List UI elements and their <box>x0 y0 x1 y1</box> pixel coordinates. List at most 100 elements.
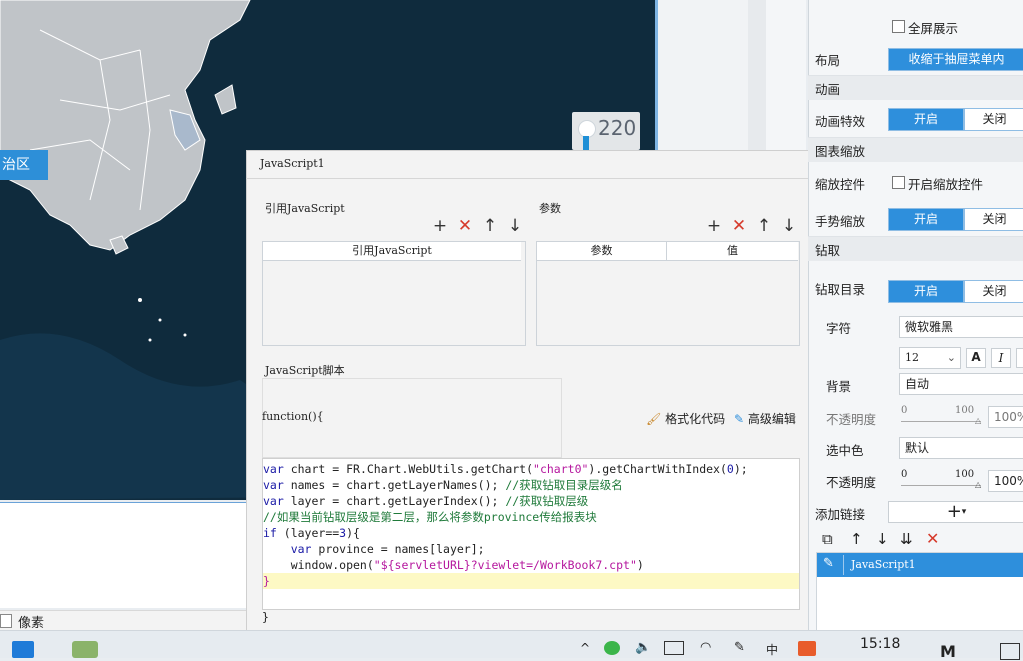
opacity2-slider[interactable] <box>901 485 981 486</box>
code-line[interactable]: var layer = chart.getLayerIndex(); //获取钻… <box>263 493 588 509</box>
drill-dir-label: 钻取目录 <box>815 282 866 297</box>
slider-handle-icon[interactable]: △ <box>975 416 981 425</box>
add-link-button[interactable]: +▾ <box>888 501 1023 523</box>
code-token: var <box>263 478 291 492</box>
battery-icon[interactable] <box>664 641 684 655</box>
opacity-slider[interactable] <box>901 421 981 422</box>
pen-icon[interactable]: ✎ <box>734 640 745 655</box>
zoom-control-checkbox[interactable] <box>892 176 905 189</box>
arrow-down-icon[interactable]: ↓ <box>876 530 889 548</box>
selected-color-field[interactable]: 默认 <box>899 437 1023 459</box>
format-code-button[interactable]: 🖌 格式化代码 <box>646 410 725 427</box>
code-token: ) <box>636 558 644 572</box>
dialog-divider <box>246 178 816 179</box>
slider2-max: 100 <box>955 469 975 480</box>
code-line[interactable]: } <box>263 573 799 589</box>
param-header-value: 值 <box>667 242 798 261</box>
arrow-up-icon[interactable]: ↑ <box>850 530 863 548</box>
app-icon[interactable] <box>72 641 98 658</box>
code-token: var <box>290 542 312 556</box>
drill-on-button[interactable]: 开启 <box>888 280 964 303</box>
param-table[interactable]: 参数 值 <box>536 241 800 346</box>
sort-icon[interactable]: ⇊ <box>900 530 913 548</box>
font-family-field[interactable]: 微软雅黑 <box>899 316 1023 338</box>
wifi-icon[interactable]: ◠ <box>700 640 711 655</box>
italic-icon[interactable]: I <box>991 348 1011 368</box>
code-token: ){ <box>346 526 360 540</box>
gesture-on-button[interactable]: 开启 <box>888 208 964 231</box>
link-list-item[interactable]: ✎ JavaScript1 <box>817 553 1023 577</box>
zoom-control-label: 缩放控件 <box>815 177 866 192</box>
gesture-off-button[interactable]: 关闭 <box>964 208 1023 231</box>
code-token: (layer== <box>276 526 340 540</box>
ime-icon[interactable]: 中 <box>766 641 778 658</box>
opacity-value[interactable]: 100% <box>988 406 1023 428</box>
move-down-param-button[interactable]: ↓ <box>778 216 800 236</box>
animation-section <box>808 75 1023 100</box>
move-down-ref-button[interactable]: ↓ <box>504 216 526 236</box>
add-ref-button[interactable]: + <box>429 216 451 236</box>
format-code-label: 格式化代码 <box>665 412 726 426</box>
opacity2-value[interactable]: 100% <box>988 470 1023 492</box>
move-up-ref-button[interactable]: ↑ <box>479 216 501 236</box>
delete-ref-button[interactable]: ✕ <box>454 216 476 236</box>
notification-icon[interactable] <box>1000 643 1020 660</box>
underline-icon[interactable] <box>1016 348 1023 368</box>
code-line[interactable]: var names = chart.getLayerNames(); //获取钻… <box>263 477 623 493</box>
app-tray-icon[interactable] <box>798 641 816 656</box>
opacity-label: 不透明度 <box>826 412 877 427</box>
param-group-label: 参数 <box>539 202 561 215</box>
wechat-icon[interactable] <box>604 641 620 655</box>
layout-select[interactable]: 收缩于抽屉菜单内 <box>888 48 1023 71</box>
brush-icon: 🖌 <box>646 412 662 426</box>
code-token: "chart0" <box>533 462 589 476</box>
region-label[interactable]: 治区 <box>0 150 48 180</box>
font-color-icon[interactable]: A <box>966 348 986 368</box>
drill-section-label: 钻取 <box>815 243 841 258</box>
code-line[interactable]: window.open("${servletURL}?viewlet=/Work… <box>263 557 644 573</box>
delete-link-icon[interactable]: ✕ <box>926 529 939 548</box>
gesture-zoom-label: 手势缩放 <box>815 214 866 229</box>
plus-icon: + <box>946 501 962 522</box>
clock-time[interactable]: 15:18 <box>860 636 900 652</box>
volume-icon[interactable]: 🔈 <box>635 640 651 655</box>
anim-on-button[interactable]: 开启 <box>888 108 964 131</box>
slider-min: 0 <box>901 405 908 416</box>
zoom-section-label: 图表缩放 <box>815 144 866 159</box>
unit-checkbox[interactable] <box>0 614 12 628</box>
font-size-select[interactable]: 12 ⌄ <box>899 347 961 369</box>
bg-field[interactable]: 自动 <box>899 373 1023 395</box>
chevron-down-icon: ⌄ <box>946 351 956 364</box>
fullscreen-checkbox[interactable] <box>892 20 905 33</box>
ref-js-header: 引用JavaScript <box>263 242 521 261</box>
drill-off-button[interactable]: 关闭 <box>964 280 1023 303</box>
font-label: 字符 <box>826 321 852 336</box>
unit-label: 像素 <box>18 616 45 631</box>
slider2-min: 0 <box>901 469 908 480</box>
code-line[interactable]: var province = names[layer]; <box>263 541 485 557</box>
tray-chevron-icon[interactable]: ^ <box>580 641 590 655</box>
opacity2-label: 不透明度 <box>826 475 877 490</box>
move-up-param-button[interactable]: ↑ <box>753 216 775 236</box>
code-editor[interactable]: var chart = FR.Chart.WebUtils.getChart("… <box>262 458 800 610</box>
ref-js-group-label: 引用JavaScript <box>265 202 345 215</box>
link-toolbar: ⧉ ↑ ↓ ⇊ ✕ <box>816 528 1023 552</box>
copy-icon[interactable]: ⧉ <box>822 530 833 548</box>
code-line[interactable]: var chart = FR.Chart.WebUtils.getChart("… <box>263 461 748 477</box>
canvas-margin <box>658 0 748 150</box>
delete-param-button[interactable]: ✕ <box>728 216 750 236</box>
code-line[interactable]: if (layer==3){ <box>263 525 360 541</box>
canvas-margin <box>748 0 766 150</box>
ref-js-table[interactable]: 引用JavaScript <box>262 241 526 346</box>
start-icon[interactable] <box>12 641 34 658</box>
code-token: } <box>263 574 270 588</box>
code-token: ).getChartWithIndex( <box>588 462 727 476</box>
add-param-button[interactable]: + <box>703 216 725 236</box>
advanced-edit-button[interactable]: ✎ 高级编辑 <box>734 410 796 427</box>
code-line[interactable]: //如果当前钻取层级是第二层，那么将参数province传给报表块 <box>263 509 597 525</box>
slider2-handle-icon[interactable]: △ <box>975 480 981 489</box>
font-size-value: 12 <box>905 351 919 364</box>
anim-off-button[interactable]: 关闭 <box>964 108 1023 131</box>
widget-icon[interactable]: M <box>940 642 956 661</box>
function-header: function(){ <box>262 410 324 423</box>
